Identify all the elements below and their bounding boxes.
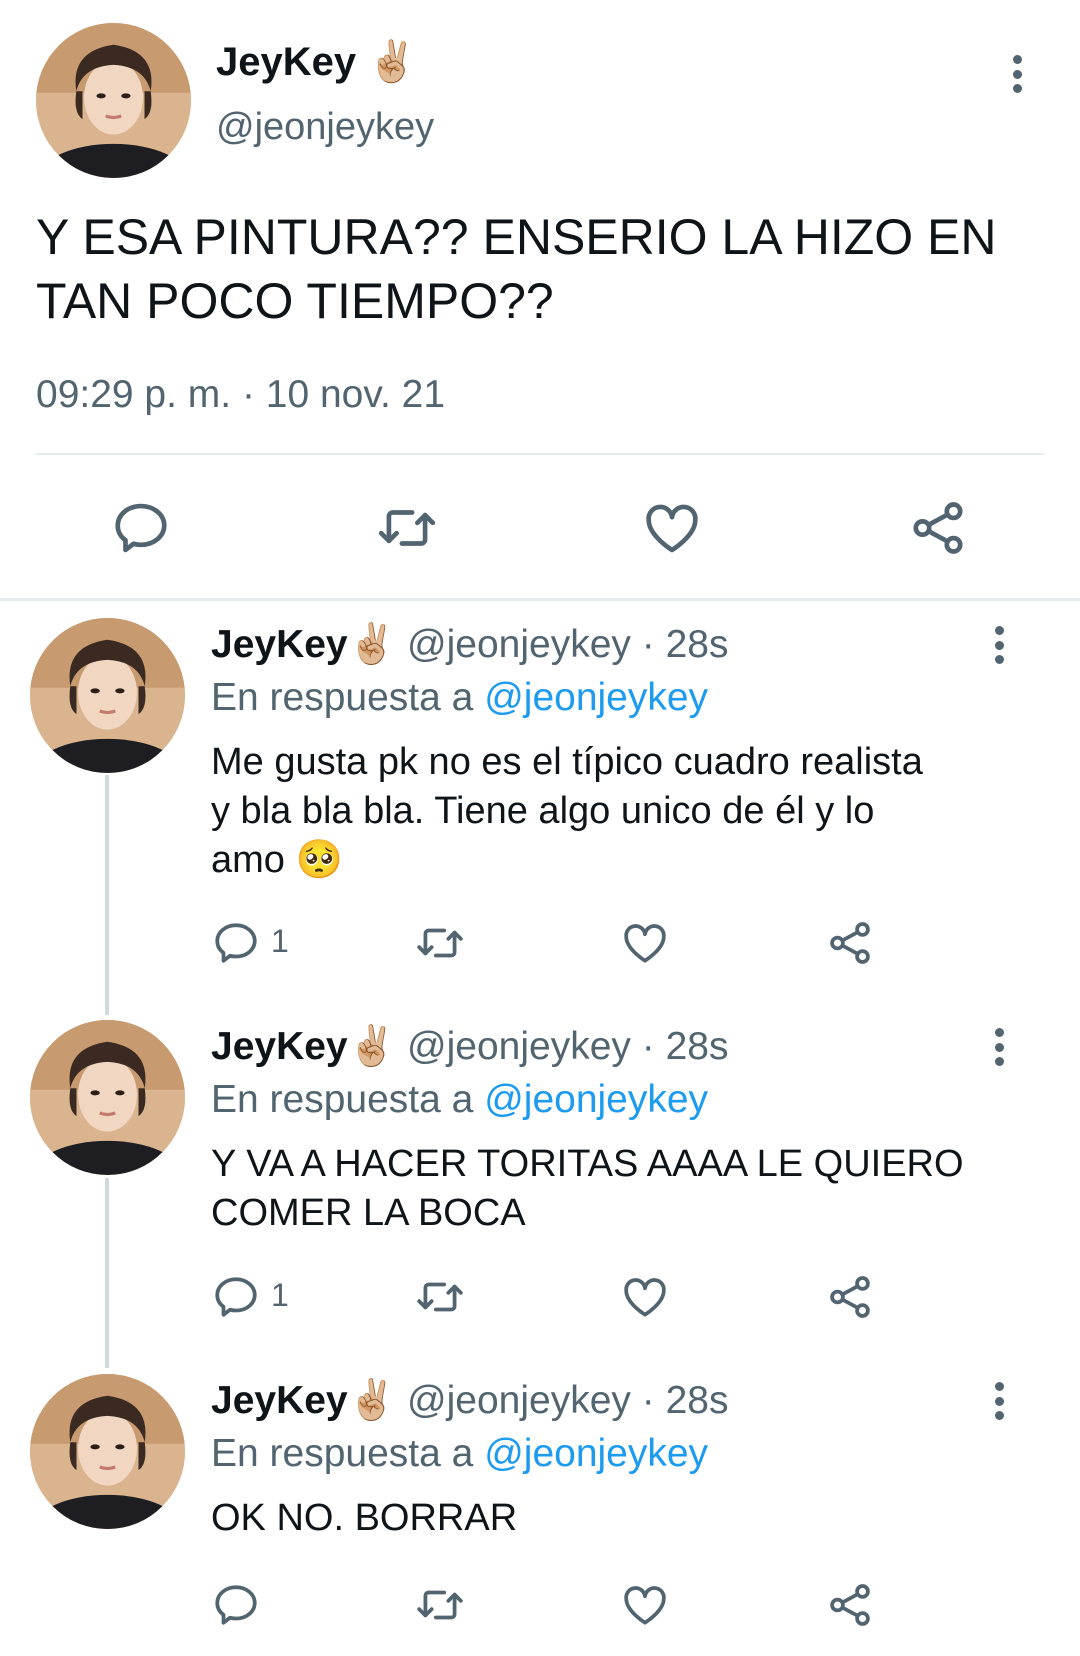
retweet-icon[interactable]	[413, 1272, 467, 1322]
reply-context: En respuesta a @jeonjeykey	[211, 1075, 708, 1125]
avatar[interactable]	[30, 618, 185, 773]
reply-count: 1	[271, 1277, 289, 1313]
reply-text-line: Y VA A HACER TORITAS AAAA LE QUIERO	[211, 1143, 964, 1185]
reply-text-line: y bla bla bla. Tiene algo unico de él y …	[211, 790, 875, 832]
display-name[interactable]: JeyKey	[211, 1025, 348, 1068]
reply-to-link[interactable]: @jeonjeykey	[484, 1078, 708, 1121]
reply-header: JeyKey✌🏼 @jeonjeykey · 28s	[211, 1022, 728, 1072]
like-icon[interactable]	[641, 497, 703, 559]
retweet-icon[interactable]	[374, 497, 440, 559]
reply-text: Me gusta pk no es el típico cuadro reali…	[211, 738, 923, 885]
reply-context: En respuesta a @jeonjeykey	[211, 1429, 708, 1479]
reply-text: OK NO. BORRAR	[211, 1494, 517, 1543]
peace-emoji-icon: ✌🏼	[347, 1025, 397, 1068]
peace-emoji-icon: ✌🏼	[347, 623, 397, 666]
reply-text-line: COMER LA BOCA	[211, 1192, 526, 1234]
share-icon[interactable]	[825, 1272, 875, 1322]
retweet-icon[interactable]	[413, 1580, 467, 1630]
display-name-text: JeyKey	[216, 40, 357, 84]
display-name[interactable]: JeyKey ✌🏼	[216, 36, 417, 88]
reply-to-link[interactable]: @jeonjeykey	[484, 676, 708, 719]
display-name[interactable]: JeyKey	[211, 623, 348, 666]
reply-prefix: En respuesta a	[211, 1432, 474, 1475]
like-icon[interactable]	[620, 1580, 670, 1630]
reply-header: JeyKey✌🏼 @jeonjeykey · 28s	[211, 1376, 728, 1426]
thread-line	[105, 1178, 109, 1368]
time-ago[interactable]: · 28s	[642, 1379, 729, 1422]
avatar[interactable]	[30, 1374, 185, 1529]
avatar[interactable]	[36, 23, 191, 178]
reply-context: En respuesta a @jeonjeykey	[211, 673, 708, 723]
like-icon[interactable]	[620, 918, 670, 968]
tweet-text-line: Y ESA PINTURA?? ENSERIO LA HIZO EN	[36, 209, 997, 265]
share-icon[interactable]	[907, 497, 969, 559]
reply-to-link[interactable]: @jeonjeykey	[484, 1432, 708, 1475]
reply-text-line: OK NO. BORRAR	[211, 1497, 518, 1539]
reply-icon[interactable]	[211, 1580, 261, 1630]
handle[interactable]: @jeonjeykey	[407, 623, 631, 666]
reply-icon[interactable]	[211, 918, 261, 968]
tweet-text: Y ESA PINTURA?? ENSERIO LA HIZO EN TAN P…	[36, 205, 997, 333]
reply-prefix: En respuesta a	[211, 676, 474, 719]
handle[interactable]: @jeonjeykey	[407, 1025, 631, 1068]
handle[interactable]: @jeonjeykey	[216, 102, 434, 152]
time-ago[interactable]: · 28s	[642, 1025, 729, 1068]
reply-prefix: En respuesta a	[211, 1078, 474, 1121]
divider	[36, 453, 1044, 455]
reply-count: 1	[271, 923, 289, 959]
handle[interactable]: @jeonjeykey	[407, 1379, 631, 1422]
avatar[interactable]	[30, 1020, 185, 1175]
time-ago[interactable]: · 28s	[642, 623, 729, 666]
reply-icon[interactable]	[110, 497, 172, 559]
reply-icon[interactable]	[211, 1272, 261, 1322]
retweet-icon[interactable]	[413, 918, 467, 968]
reply-text-line: Me gusta pk no es el típico cuadro reali…	[211, 741, 923, 783]
reply-text: Y VA A HACER TORITAS AAAA LE QUIERO COME…	[211, 1140, 964, 1238]
thread-line	[105, 775, 109, 1015]
peace-emoji-icon: ✌🏼	[367, 40, 418, 84]
share-icon[interactable]	[825, 918, 875, 968]
section-divider	[0, 598, 1080, 601]
peace-emoji-icon: ✌🏼	[347, 1379, 397, 1422]
more-options-icon[interactable]	[1011, 55, 1023, 93]
timestamp[interactable]: 09:29 p. m. · 10 nov. 21	[36, 370, 445, 420]
share-icon[interactable]	[825, 1580, 875, 1630]
more-options-icon[interactable]	[993, 626, 1005, 664]
more-options-icon[interactable]	[993, 1382, 1005, 1420]
reply-text-line: amo 🥺	[211, 839, 343, 881]
more-options-icon[interactable]	[993, 1028, 1005, 1066]
tweet-text-line: TAN POCO TIEMPO??	[36, 273, 554, 329]
like-icon[interactable]	[620, 1272, 670, 1322]
display-name[interactable]: JeyKey	[211, 1379, 348, 1422]
reply-header: JeyKey✌🏼 @jeonjeykey · 28s	[211, 620, 728, 670]
